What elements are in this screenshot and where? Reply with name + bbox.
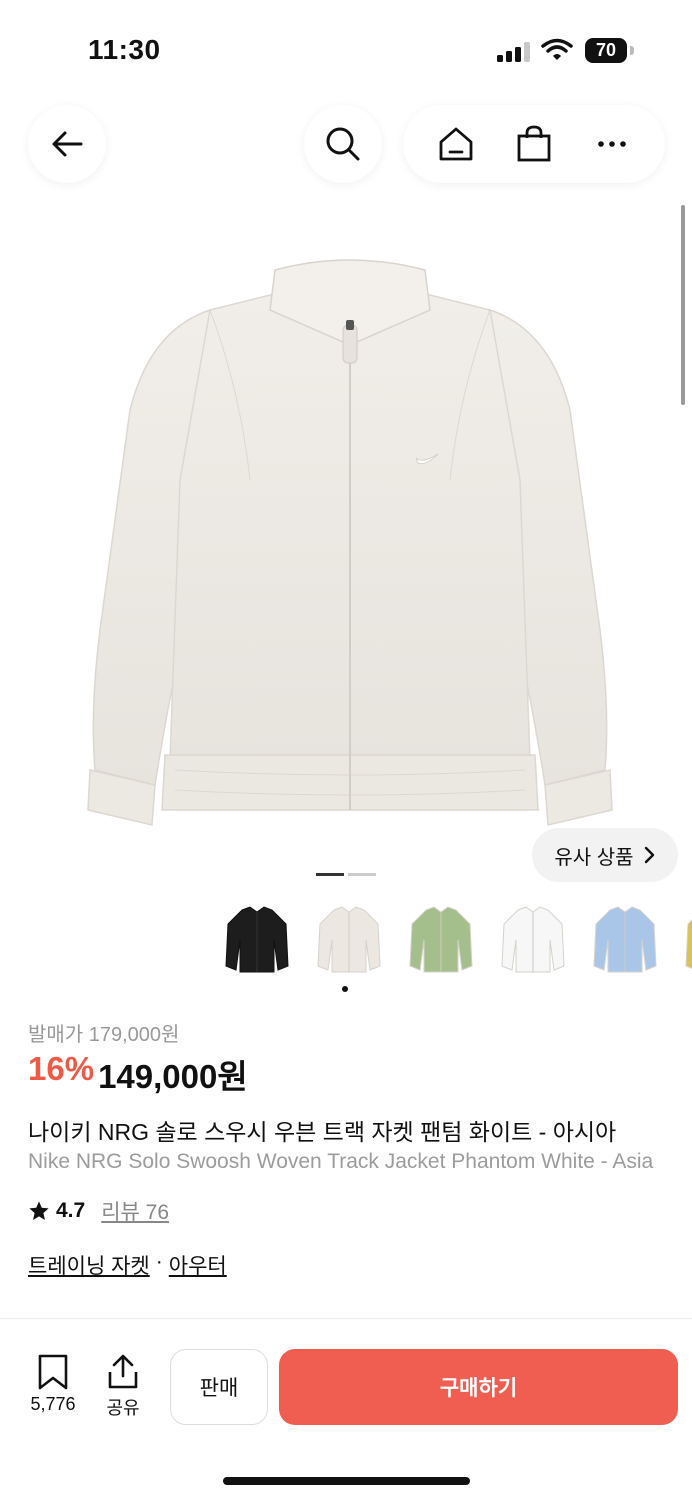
scrollbar[interactable] xyxy=(681,205,685,405)
status-time: 11:30 xyxy=(88,34,161,65)
current-price: 149,000원 xyxy=(98,1058,248,1095)
header-actions xyxy=(403,105,665,183)
signal-icon xyxy=(497,42,530,62)
wifi-icon xyxy=(541,38,573,60)
similar-products-label: 유사 상품 xyxy=(554,846,634,869)
back-button[interactable] xyxy=(28,105,106,183)
product-name-en: Nike NRG Solo Swoosh Woven Track Jacket … xyxy=(28,1150,654,1173)
rating-row: 4.7 리뷰 76 xyxy=(28,1196,169,1226)
selected-thumb-dot xyxy=(342,986,348,992)
color-thumb-yellow[interactable] xyxy=(682,898,692,982)
buy-button[interactable]: 구매하기 xyxy=(279,1349,678,1425)
battery-indicator: 70 xyxy=(585,38,627,63)
page-indicator-active xyxy=(316,873,344,876)
bag-button[interactable] xyxy=(510,120,558,168)
jacket-thumb-image xyxy=(317,906,381,973)
jacket-thumb-image xyxy=(501,906,565,973)
category-separator: · xyxy=(155,1250,163,1273)
price-row: 16% 149,000원 xyxy=(28,1050,248,1098)
home-indicator xyxy=(223,1477,470,1485)
share-button[interactable]: 공유 xyxy=(100,1354,146,1420)
bookmark-icon xyxy=(38,1354,68,1390)
similar-products-button[interactable]: 유사 상품 xyxy=(532,828,678,882)
product-name-ko: 나이키 NRG 솔로 스우시 우븐 트랙 자켓 팬텀 화이트 - 아시아 xyxy=(28,1119,617,1145)
share-label: 공유 xyxy=(106,1398,140,1418)
release-price: 발매가 179,000원 xyxy=(28,1024,180,1046)
bottom-action-bar: 5,776 공유 판매 구매하기 xyxy=(0,1340,692,1440)
bookmark-count: 5,776 xyxy=(30,1394,76,1414)
discount-rate: 16% xyxy=(28,1050,95,1087)
jacket-thumb-image xyxy=(225,906,289,973)
home-icon xyxy=(439,127,473,161)
divider xyxy=(0,1318,692,1319)
category-training-jacket[interactable]: 트레이닝 자켓 xyxy=(28,1250,150,1280)
star-icon xyxy=(29,1201,49,1220)
bookmark-button[interactable]: 5,776 xyxy=(22,1354,84,1415)
search-icon xyxy=(326,127,360,161)
search-button[interactable] xyxy=(304,105,382,183)
rating-value: 4.7 xyxy=(56,1199,86,1222)
category-outer[interactable]: 아우터 xyxy=(169,1250,227,1280)
product-image[interactable] xyxy=(60,250,640,840)
home-button[interactable] xyxy=(432,120,480,168)
jacket-illustration xyxy=(87,259,613,826)
color-thumb-white[interactable] xyxy=(498,898,568,982)
page-indicator xyxy=(348,873,376,876)
share-icon xyxy=(108,1354,138,1389)
jacket-thumb-image xyxy=(685,919,692,969)
jacket-thumb-image xyxy=(593,906,657,973)
color-thumb-black[interactable] xyxy=(222,898,292,982)
color-thumb-phantom[interactable] xyxy=(314,898,384,982)
category-breadcrumb: 트레이닝 자켓 · 아우터 xyxy=(28,1250,227,1280)
status-bar: 11:30 70 xyxy=(0,0,692,100)
review-link[interactable]: 리뷰 76 xyxy=(101,1196,169,1226)
color-options xyxy=(222,898,692,982)
color-thumb-green[interactable] xyxy=(406,898,476,982)
jacket-thumb-image xyxy=(409,906,473,973)
battery-tip xyxy=(630,46,634,55)
more-dots-icon xyxy=(598,141,626,147)
arrow-left-icon xyxy=(52,131,83,157)
color-thumb-blue[interactable] xyxy=(590,898,660,982)
chevron-right-icon xyxy=(644,846,654,864)
shopping-bag-icon xyxy=(517,125,551,162)
sell-button[interactable]: 판매 xyxy=(170,1349,268,1425)
more-button[interactable] xyxy=(588,120,636,168)
